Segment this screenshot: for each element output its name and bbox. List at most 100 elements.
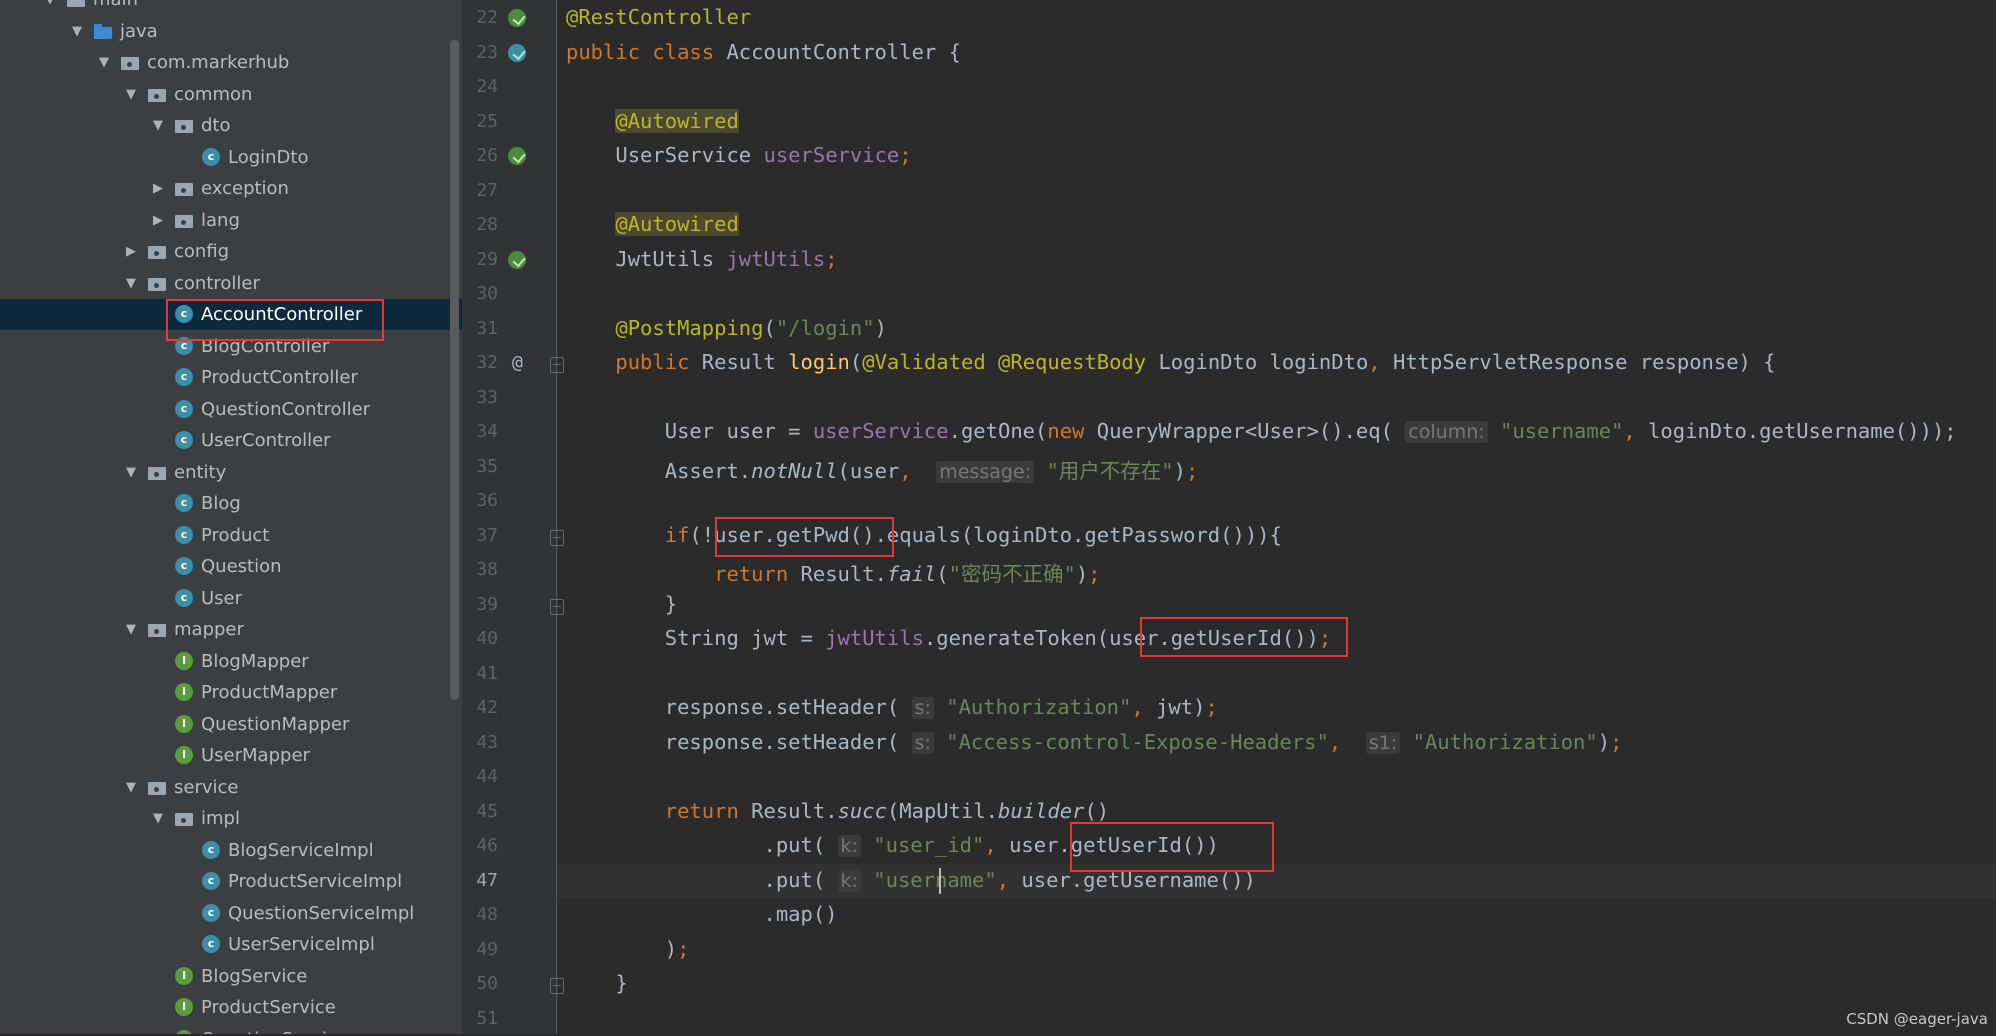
tree-item-usermapper[interactable]: I UserMapper xyxy=(0,740,462,771)
tree-item-mapper[interactable]: ▼ mapper xyxy=(0,614,462,645)
code-line[interactable]: UserService userService; xyxy=(558,139,1996,173)
tree-item-label: UserMapper xyxy=(201,745,310,766)
expand-arrow-icon[interactable]: ▼ xyxy=(70,16,84,47)
autowired-bean-icon[interactable] xyxy=(508,250,526,269)
code-line[interactable]: @PostMapping("/login") xyxy=(558,312,1996,346)
code-line[interactable] xyxy=(558,277,1996,311)
code-token: Result. xyxy=(800,562,887,586)
code-line[interactable]: .map() xyxy=(558,898,1996,932)
expand-arrow-icon[interactable]: ▼ xyxy=(124,268,138,299)
code-line[interactable]: @Autowired xyxy=(558,105,1996,139)
code-line[interactable] xyxy=(558,70,1996,104)
tree-item-questionservice[interactable]: I QuestionService xyxy=(0,1024,462,1034)
code-token: ) xyxy=(1597,729,1611,754)
expand-arrow-icon[interactable]: ▼ xyxy=(124,79,138,110)
code-token: Assert. xyxy=(566,458,752,483)
tree-item-questionmapper[interactable]: I QuestionMapper xyxy=(0,709,462,740)
expand-arrow-icon[interactable]: ▼ xyxy=(124,614,138,645)
tree-item-usercontroller[interactable]: c UserController xyxy=(0,425,462,456)
code-line[interactable]: @RestController xyxy=(558,1,1996,35)
code-token: , xyxy=(984,833,1010,857)
tree-item-config[interactable]: ▶ config xyxy=(0,236,462,267)
tree-item-blogmapper[interactable]: I BlogMapper xyxy=(0,646,462,677)
code-line[interactable]: JwtUtils jwtUtils; xyxy=(558,243,1996,277)
at-mapping-icon[interactable]: @ xyxy=(512,352,523,373)
tree-item-blogservice[interactable]: I BlogService xyxy=(0,961,462,992)
parameter-hint: s: xyxy=(911,731,934,754)
tree-item-com-markerhub[interactable]: ▼ com.markerhub xyxy=(0,47,462,78)
code-line[interactable]: ); xyxy=(558,933,1996,967)
collapse-arrow-icon[interactable]: ▶ xyxy=(124,236,138,267)
tree-item-product[interactable]: c Product xyxy=(0,520,462,551)
spring-class-icon[interactable] xyxy=(508,43,526,62)
spring-bean-icon[interactable] xyxy=(508,9,526,27)
code-line[interactable]: .put( k: "user_id", user.getUserId()) xyxy=(558,829,1996,863)
tree-item-impl[interactable]: ▼ impl xyxy=(0,803,462,834)
tree-item-productserviceimpl[interactable]: c ProductServiceImpl xyxy=(0,866,462,897)
tree-item-java[interactable]: ▼ java xyxy=(0,16,462,47)
tree-item-logindto[interactable]: c LoginDto xyxy=(0,142,462,173)
line-number: 45 xyxy=(476,800,498,822)
tree-item-lang[interactable]: ▶ lang xyxy=(0,205,462,236)
expand-arrow-icon[interactable]: ▼ xyxy=(124,457,138,488)
tree-item-main[interactable]: ▼ main xyxy=(0,0,462,15)
tree-item-productservice[interactable]: I ProductService xyxy=(0,992,462,1023)
expand-arrow-icon[interactable]: ▼ xyxy=(97,47,111,78)
expand-arrow-icon[interactable]: ▼ xyxy=(151,110,165,141)
code-line[interactable]: public Result login(@Validated @RequestB… xyxy=(558,346,1996,380)
code-line[interactable]: User user = userService.getOne(new Query… xyxy=(558,415,1996,449)
tree-item-productmapper[interactable]: I ProductMapper xyxy=(0,677,462,708)
code-token: notNull xyxy=(751,458,838,483)
expand-arrow-icon[interactable]: ▼ xyxy=(151,803,165,834)
collapse-arrow-icon[interactable]: ▶ xyxy=(151,205,165,236)
package-icon xyxy=(148,779,166,795)
code-line[interactable] xyxy=(558,484,1996,518)
tree-item-blogserviceimpl[interactable]: c BlogServiceImpl xyxy=(0,835,462,866)
tree-item-questioncontroller[interactable]: c QuestionController xyxy=(0,394,462,425)
code-line[interactable]: response.setHeader( s: "Authorization", … xyxy=(558,691,1996,725)
code-token: "Authorization" xyxy=(946,695,1132,719)
tree-item-common[interactable]: ▼ common xyxy=(0,79,462,110)
tree-item-exception[interactable]: ▶ exception xyxy=(0,173,462,204)
code-token: JwtUtils xyxy=(566,246,727,271)
collapse-arrow-icon[interactable]: ▶ xyxy=(151,173,165,204)
package-icon xyxy=(148,621,166,637)
code-line[interactable] xyxy=(558,174,1996,208)
project-tree-scrollbar[interactable] xyxy=(450,40,459,700)
code-line[interactable] xyxy=(558,381,1996,415)
code-line[interactable]: return Result.succ(MapUtil.builder() xyxy=(558,795,1996,829)
tree-item-service[interactable]: ▼ service xyxy=(0,772,462,803)
class-icon: c xyxy=(202,903,220,922)
code-token: jwt) xyxy=(1156,695,1206,719)
expand-arrow-icon[interactable]: ▼ xyxy=(124,772,138,803)
expand-arrow-icon[interactable]: ▼ xyxy=(43,0,57,15)
tree-item-blog[interactable]: c Blog xyxy=(0,488,462,519)
tree-item-controller[interactable]: ▼ controller xyxy=(0,268,462,299)
tree-item-question[interactable]: c Question xyxy=(0,551,462,582)
code-line[interactable]: @Autowired xyxy=(558,208,1996,242)
tree-item-userserviceimpl[interactable]: c UserServiceImpl xyxy=(0,929,462,960)
class-icon: c xyxy=(202,935,220,953)
tree-item-productcontroller[interactable]: c ProductController xyxy=(0,362,462,393)
autowired-bean-icon[interactable] xyxy=(508,147,526,165)
code-line[interactable]: response.setHeader( s: "Access-control-E… xyxy=(558,726,1996,760)
tree-item-label: UserServiceImpl xyxy=(228,934,375,955)
interface-icon: I xyxy=(175,746,193,764)
code-token: ; xyxy=(1185,458,1199,483)
tree-item-dto[interactable]: ▼ dto xyxy=(0,110,462,141)
code-line[interactable] xyxy=(558,657,1996,691)
code-token: builder xyxy=(998,798,1085,823)
tree-item-user[interactable]: c User xyxy=(0,583,462,614)
tree-item-questionserviceimpl[interactable]: c QuestionServiceImpl xyxy=(0,898,462,929)
code-line[interactable]: Assert.notNull(user, message: "用户不存在"); xyxy=(558,450,1996,484)
code-line[interactable] xyxy=(558,760,1996,794)
code-line[interactable] xyxy=(558,1002,1996,1036)
code-token: if xyxy=(664,522,690,547)
code-line[interactable]: return Result.fail("密码不正确"); xyxy=(558,553,1996,587)
code-line[interactable]: .put( k: "username", user.getUsername()) xyxy=(558,863,1996,898)
code-line[interactable]: } xyxy=(558,967,1996,1001)
tree-item-entity[interactable]: ▼ entity xyxy=(0,457,462,488)
code-line[interactable]: public class AccountController { xyxy=(558,36,1996,70)
line-number: 48 xyxy=(476,904,498,925)
